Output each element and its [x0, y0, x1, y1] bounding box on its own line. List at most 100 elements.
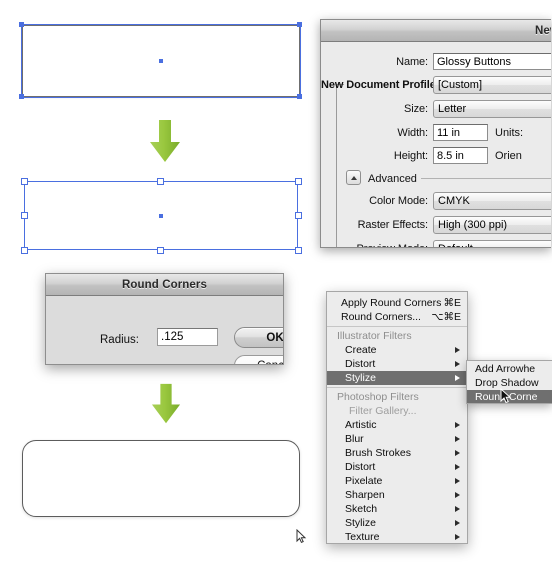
resize-handle-top-left[interactable] [21, 178, 28, 185]
round-corners-dialog: Round Corners Radius: .125 OK Cancel [45, 273, 284, 365]
stylize-submenu: Add Arrowhe Drop Shadow Round Corne [466, 360, 552, 404]
anchor-point-top-right[interactable] [297, 22, 302, 27]
input-width[interactable]: 11 in [433, 124, 488, 141]
menu-item-label: Blur [345, 433, 364, 445]
resize-handle-bottom-right[interactable] [295, 247, 302, 254]
chevron-right-icon [455, 361, 460, 367]
anchor-point-bottom-right[interactable] [297, 94, 302, 99]
menu-header-label: Photoshop Filters [337, 391, 419, 403]
submenu-item-drop-shadow[interactable]: Drop Shadow [467, 376, 552, 390]
advanced-disclosure-triangle-icon[interactable] [346, 170, 361, 185]
chevron-right-icon [455, 375, 460, 381]
menu-item-pixelate[interactable]: Pixelate [327, 474, 467, 488]
label-size: Size: [404, 103, 428, 115]
menu-item-distort-photoshop[interactable]: Distort [327, 460, 467, 474]
menu-item-round-corners[interactable]: Round Corners... ⌥⌘E [327, 310, 467, 324]
mouse-cursor-arrow-bottom [296, 528, 307, 547]
new-document-titlebar[interactable]: New Document [321, 20, 551, 42]
arrow-down-1-icon [148, 118, 182, 169]
input-radius[interactable]: .125 [157, 328, 218, 346]
menu-item-blur[interactable]: Blur [327, 432, 467, 446]
resize-handle-middle-right[interactable] [295, 212, 302, 219]
popup-size[interactable]: Letter [433, 100, 551, 118]
menu-separator-1 [327, 326, 467, 327]
popup-raster-effects[interactable]: High (300 ppi) [433, 216, 551, 234]
menu-item-label: Create [345, 344, 377, 356]
chevron-right-icon [455, 520, 460, 526]
menu-item-label: Filter Gallery... [349, 405, 417, 417]
label-advanced: Advanced [368, 173, 417, 185]
menu-item-label: Texture [345, 531, 380, 543]
round-corners-title: Round Corners [122, 278, 207, 291]
resize-handle-top-center[interactable] [157, 178, 164, 185]
menu-item-label: Stylize [345, 372, 376, 384]
menu-header-label: Illustrator Filters [337, 330, 412, 342]
menu-item-label: Round Corners... [341, 311, 421, 323]
resize-handle-top-right[interactable] [295, 178, 302, 185]
input-height[interactable]: 8.5 in [433, 147, 488, 164]
field-row-size: Size: Letter [321, 100, 551, 118]
menu-item-distort-illustrator[interactable]: Distort [327, 357, 467, 371]
menu-header-illustrator-filters: Illustrator Filters [327, 329, 467, 343]
menu-item-create[interactable]: Create [327, 343, 467, 357]
popup-new-document-profile[interactable]: [Custom] [433, 76, 551, 94]
anchor-point-top-left[interactable] [19, 22, 24, 27]
resize-handle-bottom-left[interactable] [21, 247, 28, 254]
menu-item-brush-strokes[interactable]: Brush Strokes [327, 446, 467, 460]
menu-item-sharpen[interactable]: Sharpen [327, 488, 467, 502]
chevron-right-icon [455, 450, 460, 456]
menu-item-label: Distort [345, 358, 376, 370]
field-row-preview-mode: Preview Mode: Default [321, 240, 551, 247]
chevron-right-icon [455, 347, 460, 353]
label-new-document-profile: New Document Profile: [321, 79, 440, 91]
rounded-rectangle-result[interactable] [22, 440, 300, 517]
input-document-name[interactable]: Glossy Buttons [433, 53, 551, 70]
field-row-name: Name: Glossy Buttons [321, 53, 551, 70]
field-row-raster-effects: Raster Effects: High (300 ppi) [321, 216, 551, 234]
menu-item-apply-round-corners[interactable]: Apply Round Corners ⌘E [327, 296, 467, 310]
field-row-height: Height: 8.5 in Orien [321, 147, 522, 164]
label-raster-effects: Raster Effects: [357, 219, 429, 231]
anchor-point-bottom-left[interactable] [19, 94, 24, 99]
screenshot-canvas: New Document Name: Glossy Buttons New Do… [0, 0, 552, 571]
label-height: Height: [393, 149, 428, 162]
menu-item-shortcut: ⌘E [443, 297, 461, 309]
advanced-divider [421, 178, 551, 179]
cancel-button[interactable]: Cancel [234, 355, 283, 364]
menu-item-shortcut: ⌥⌘E [431, 311, 461, 323]
field-row-color-mode: Color Mode: CMYK [321, 192, 551, 210]
label-radius: Radius: [100, 334, 139, 346]
label-units: Units: [495, 126, 524, 139]
arrow-down-2-icon [150, 382, 182, 430]
label-name: Name: [396, 55, 428, 68]
menu-item-stylize-photoshop[interactable]: Stylize [327, 516, 467, 530]
popup-color-mode[interactable]: CMYK [433, 192, 551, 210]
submenu-item-round-corners[interactable]: Round Corne [467, 390, 552, 403]
ok-button[interactable]: OK [234, 327, 283, 348]
menu-item-label: Apply Round Corners [341, 297, 442, 309]
round-corners-titlebar[interactable]: Round Corners [46, 274, 283, 296]
resize-handle-bottom-center[interactable] [157, 247, 164, 254]
menu-item-label: Distort [345, 461, 376, 473]
filter-menu: Apply Round Corners ⌘E Round Corners... … [326, 291, 468, 544]
round-corners-body: Radius: .125 OK Cancel [46, 296, 283, 364]
resize-handle-middle-left[interactable] [21, 212, 28, 219]
menu-item-sketch[interactable]: Sketch [327, 502, 467, 516]
menu-item-label: Sketch [345, 503, 378, 515]
menu-item-label: Sharpen [345, 489, 385, 501]
popup-preview-mode[interactable]: Default [433, 240, 551, 247]
submenu-item-add-arrowheads[interactable]: Add Arrowhe [467, 362, 552, 376]
field-row-profile: New Document Profile: [Custom] [321, 76, 551, 94]
menu-item-label: Brush Strokes [345, 447, 411, 459]
menu-item-artistic[interactable]: Artistic [327, 418, 467, 432]
menu-item-filter-gallery: Filter Gallery... [327, 404, 467, 418]
chevron-right-icon [455, 506, 460, 512]
menu-header-photoshop-filters: Photoshop Filters [327, 390, 467, 404]
menu-item-stylize-illustrator[interactable]: Stylize [327, 371, 467, 385]
submenu-item-label: Add Arrowhe [475, 363, 536, 375]
chevron-right-icon [455, 436, 460, 442]
menu-item-texture[interactable]: Texture [327, 530, 467, 543]
submenu-item-label: Drop Shadow [475, 377, 539, 389]
shape-center-point-2 [159, 214, 163, 218]
chevron-right-icon [455, 534, 460, 540]
